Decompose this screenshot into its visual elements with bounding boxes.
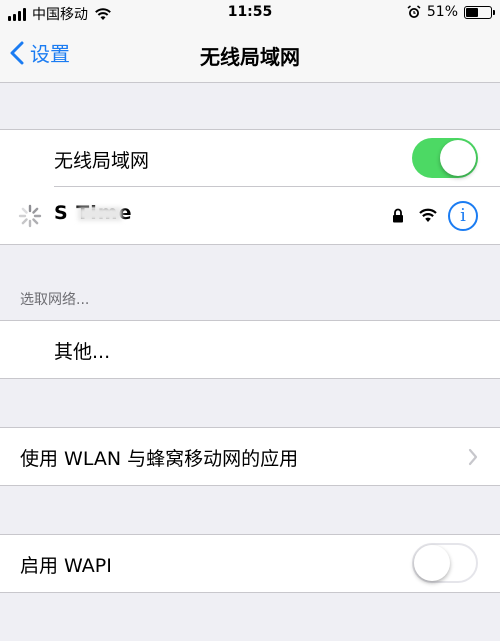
other-network-label: 其他...	[54, 341, 111, 363]
wapi-toggle[interactable]	[412, 543, 478, 583]
battery-icon	[464, 5, 495, 19]
toggle-knob	[414, 545, 450, 581]
status-right: 51%	[407, 4, 495, 20]
wlan-group: 无线局域网 S Time	[0, 129, 500, 245]
wlan-toggle[interactable]	[412, 138, 478, 178]
battery-percent: 51%	[426, 4, 458, 20]
wapi-label: 启用 WAPI	[20, 555, 112, 577]
wifi-icon	[419, 208, 437, 222]
alarm-icon	[407, 5, 421, 18]
battery-fill	[466, 7, 479, 17]
lock-icon	[393, 208, 403, 223]
wlan-apps-row[interactable]: 使用 WLAN 与蜂窝移动网的应用	[0, 428, 500, 485]
wlan-apps-group: 使用 WLAN 与蜂窝移动网的应用	[0, 427, 500, 486]
nav-bar: 设置 无线局域网	[0, 26, 500, 83]
page-title: 无线局域网	[200, 45, 300, 69]
toggle-knob	[440, 140, 476, 176]
section-header-choose-network: 选取网络...	[20, 292, 90, 308]
wapi-group: 启用 WAPI	[0, 534, 500, 593]
other-network-group: 其他...	[0, 320, 500, 379]
info-icon[interactable]: i	[448, 201, 478, 231]
loading-spinner-icon	[18, 204, 42, 228]
network-row[interactable]: S Time i	[0, 187, 500, 244]
other-network-row[interactable]: 其他...	[0, 321, 500, 378]
wlan-toggle-label: 无线局域网	[54, 150, 150, 172]
status-bar: 中国移动 11:55 51%	[0, 0, 500, 26]
wlan-toggle-row: 无线局域网	[0, 130, 500, 187]
wlan-apps-label: 使用 WLAN 与蜂窝移动网的应用	[20, 448, 299, 470]
chevron-right-icon	[468, 448, 478, 466]
network-name-blur	[78, 207, 122, 221]
wapi-row: 启用 WAPI	[0, 535, 500, 592]
